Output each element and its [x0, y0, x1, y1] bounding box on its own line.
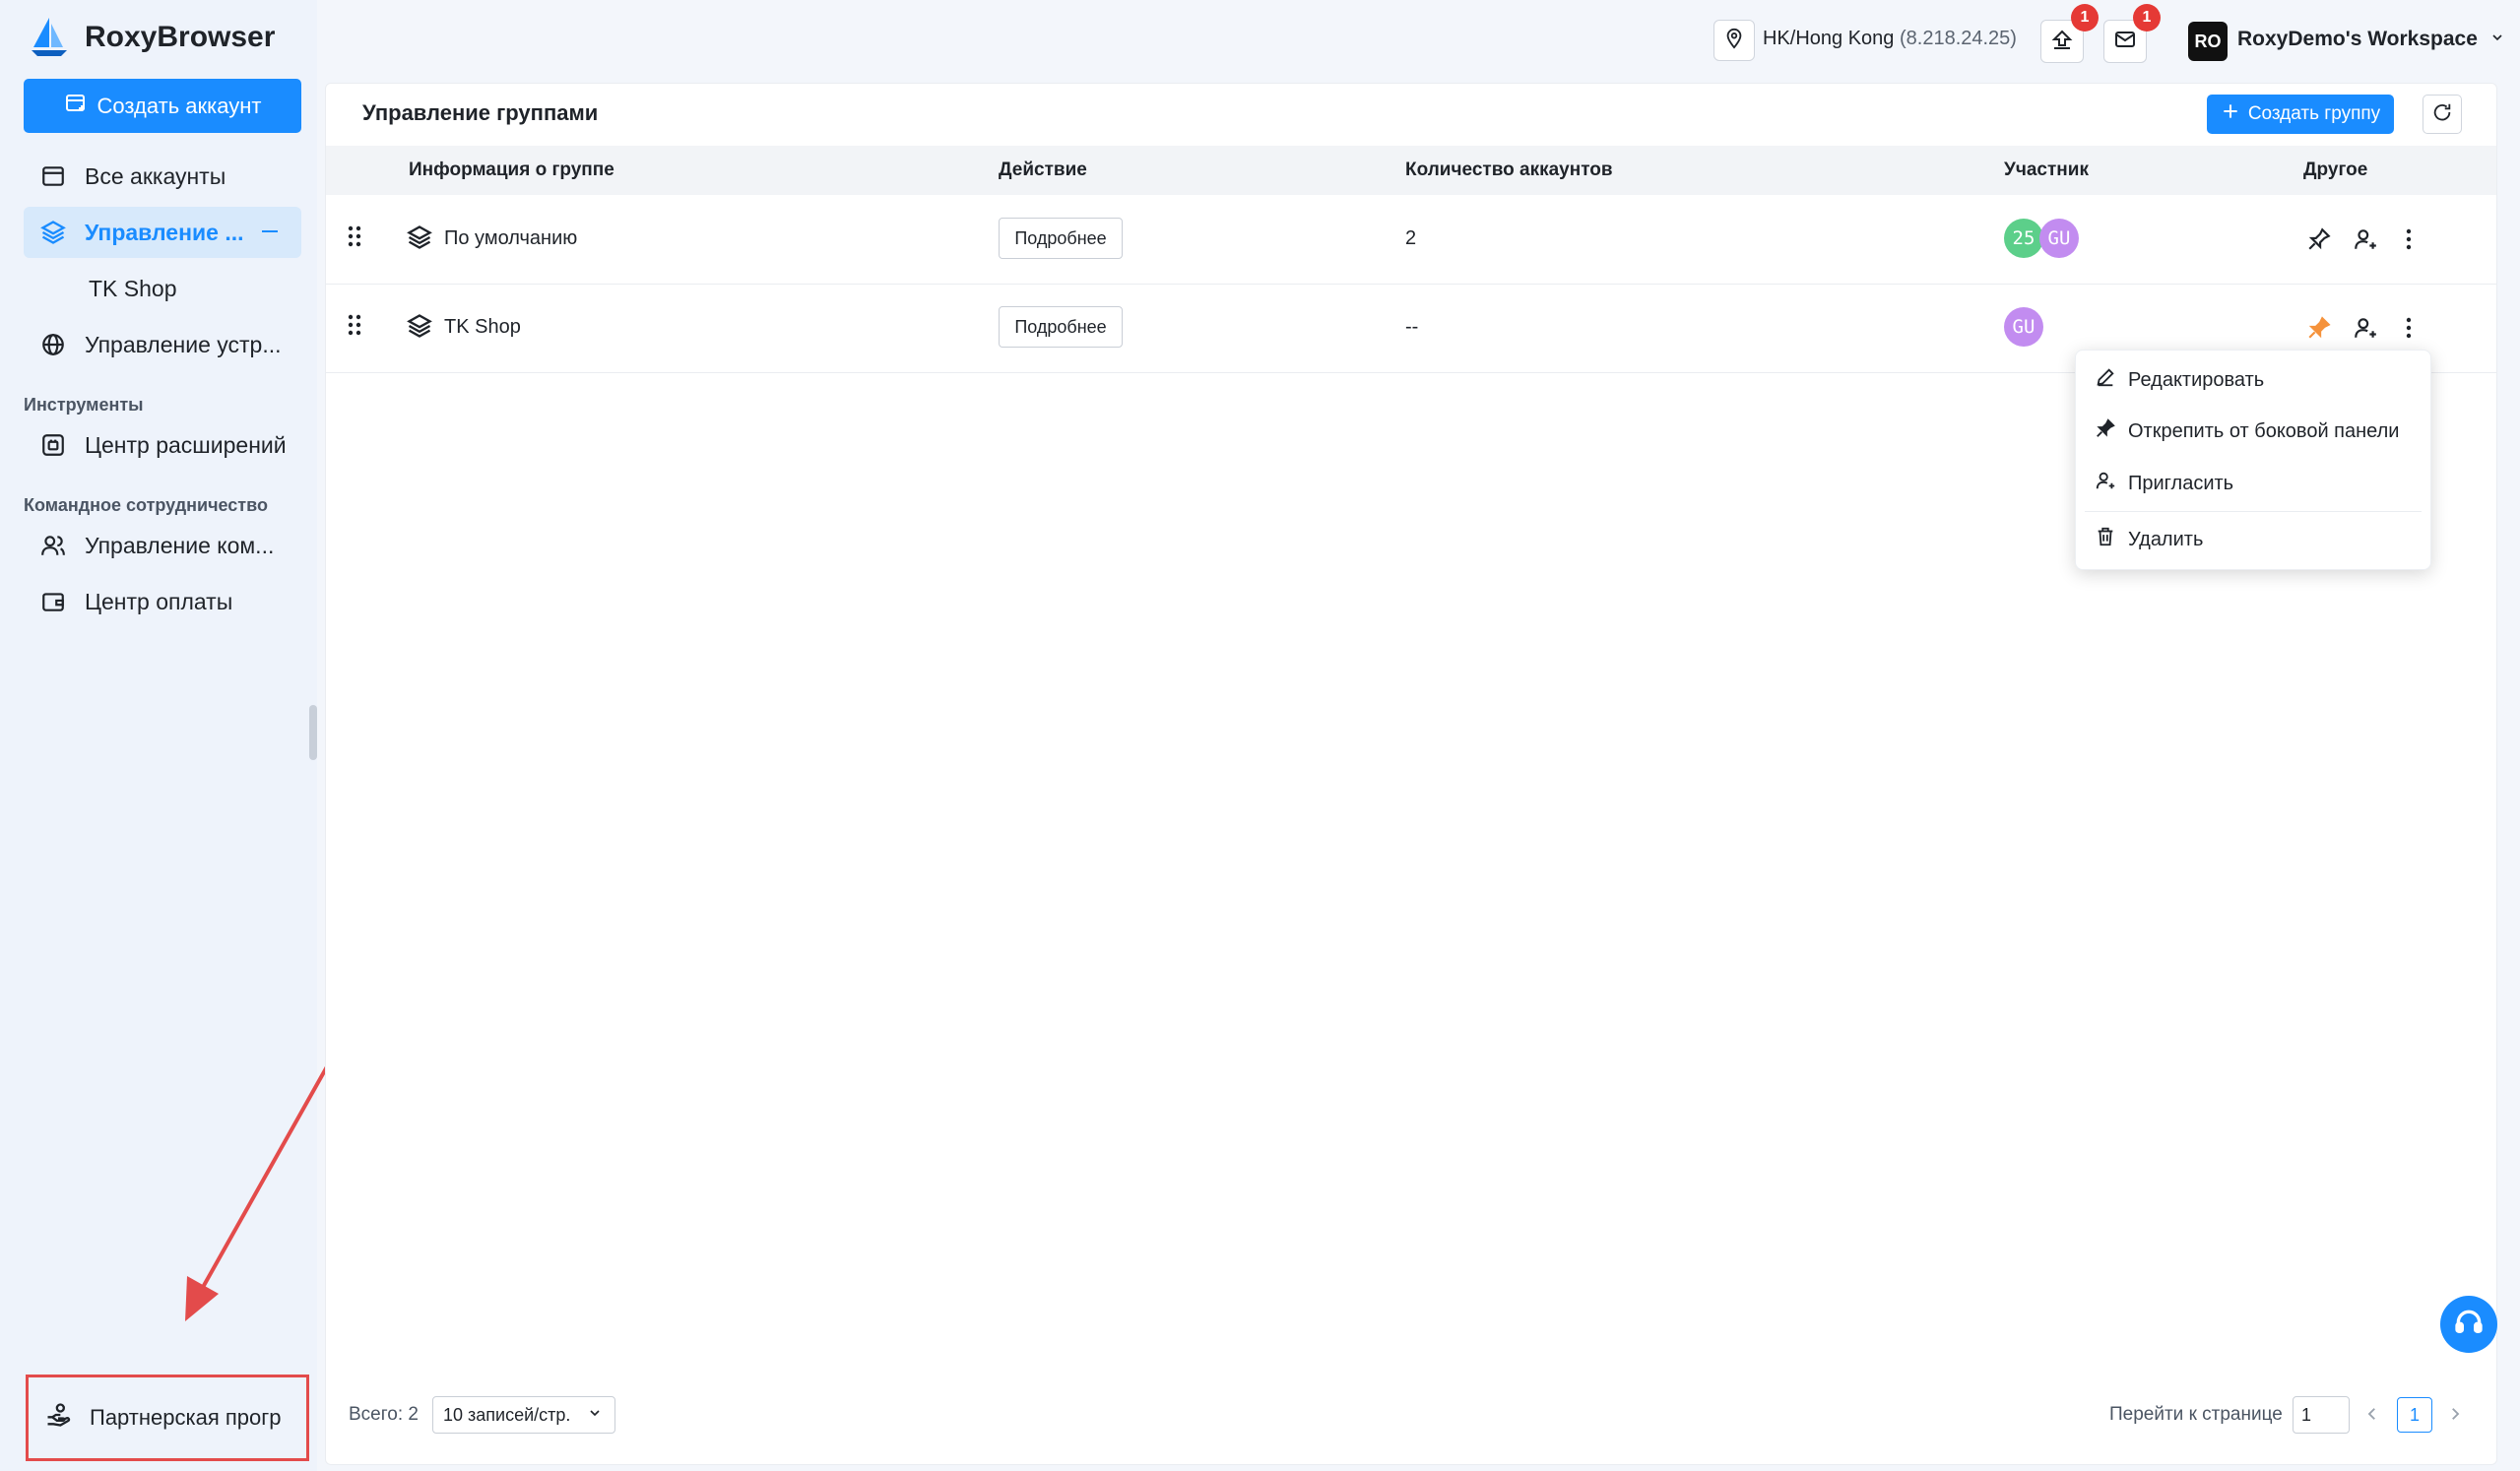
column-header-other: Другое [2303, 160, 2368, 180]
workspace-avatar[interactable]: RO [2188, 22, 2228, 61]
create-group-button[interactable]: Создать группу [2207, 95, 2394, 134]
plus-icon [2221, 101, 2240, 127]
add-user-icon [2095, 470, 2116, 497]
details-button[interactable]: Подробнее [999, 218, 1123, 259]
layers-icon [406, 224, 433, 256]
menu-item-invite[interactable]: Пригласить [2095, 462, 2420, 505]
menu-item-label: Открепить от боковой панели [2128, 419, 2400, 442]
menu-item-delete[interactable]: Удалить [2095, 518, 2420, 561]
column-header-account-count: Количество аккаунтов [1405, 160, 1613, 180]
page-number-current[interactable]: 1 [2397, 1397, 2432, 1433]
main-panel [325, 83, 2497, 1465]
chevron-right-icon[interactable] [2446, 1405, 2464, 1428]
column-header-action: Действие [999, 160, 1087, 180]
page-size-select[interactable]: 10 записей/стр. [432, 1396, 615, 1434]
more-vertical-icon[interactable] [2404, 226, 2414, 257]
menu-item-edit[interactable]: Редактировать [2095, 358, 2420, 402]
account-count: -- [1405, 316, 1419, 338]
trash-icon [2095, 526, 2116, 553]
row-divider [326, 284, 2496, 285]
refresh-button[interactable] [2423, 95, 2462, 134]
chevron-down-icon [587, 1405, 603, 1426]
workspace-name: RoxyDemo's Workspace [2237, 28, 2478, 50]
chevron-down-icon [2489, 28, 2505, 50]
member-avatar[interactable]: GU [2039, 219, 2079, 258]
support-button[interactable] [2440, 1296, 2497, 1353]
goto-page-label: Перейти к странице [2109, 1404, 2283, 1425]
location-name: HK/Hong Kong [1763, 28, 1895, 49]
group-name: TK Shop [444, 316, 521, 338]
menu-item-label: Удалить [2128, 528, 2204, 550]
drag-handle-icon[interactable] [347, 224, 364, 253]
pencil-icon [2095, 366, 2116, 394]
total-count: Всего: 2 [349, 1404, 419, 1425]
column-header-group-info: Информация о группе [409, 160, 614, 180]
menu-item-label: Редактировать [2128, 368, 2265, 391]
page-title: Управление группами [362, 100, 599, 125]
pin-filled-icon[interactable] [2306, 315, 2332, 346]
menu-item-label: Пригласить [2128, 472, 2234, 494]
refresh-icon [2431, 101, 2453, 128]
location-ip: (8.218.24.25) [1899, 28, 2017, 49]
upload-badge: 1 [2071, 4, 2099, 32]
create-group-label: Создать группу [2247, 103, 2381, 124]
add-user-icon[interactable] [2353, 315, 2378, 346]
location-button[interactable] [1713, 20, 1755, 61]
mail-icon [2113, 28, 2137, 56]
column-header-members: Участник [2004, 160, 2089, 180]
pin-icon[interactable] [2306, 226, 2332, 257]
member-avatar[interactable]: GU [2004, 307, 2043, 347]
menu-item-unpin[interactable]: Открепить от боковой панели [2095, 410, 2420, 453]
menu-divider [2085, 511, 2422, 512]
upload-icon [2050, 28, 2074, 56]
add-user-icon[interactable] [2353, 226, 2378, 257]
account-count: 2 [1405, 227, 1417, 249]
drag-handle-icon[interactable] [347, 313, 364, 342]
goto-page-input[interactable]: 1 [2293, 1396, 2350, 1434]
headset-icon [2453, 1307, 2485, 1343]
location-text: HK/Hong Kong (8.218.24.25) [1763, 28, 2017, 50]
more-vertical-icon[interactable] [2404, 315, 2414, 346]
chevron-left-icon[interactable] [2363, 1405, 2381, 1428]
member-avatar[interactable]: 25 [2004, 219, 2043, 258]
map-pin-icon [1723, 28, 1745, 54]
details-button[interactable]: Подробнее [999, 306, 1123, 348]
pin-filled-icon [2095, 417, 2116, 445]
layers-icon [406, 312, 433, 345]
workspace-switcher[interactable]: RoxyDemo's Workspace [2237, 28, 2505, 51]
mail-badge: 1 [2133, 4, 2161, 32]
group-name: По умолчанию [444, 227, 578, 249]
page-size-value: 10 записей/стр. [443, 1404, 571, 1425]
